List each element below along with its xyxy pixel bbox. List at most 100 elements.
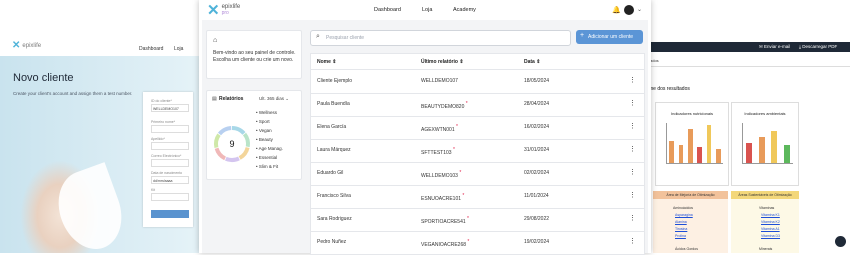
chat-button[interactable] (835, 236, 846, 247)
new-client-subtitle: Create your client's account and assign … (13, 91, 133, 96)
col-header-last-report[interactable]: Último relatório ⇕ (421, 59, 464, 65)
client-report[interactable]: VEGANIOACRE268 * (421, 239, 469, 248)
kit-field[interactable] (151, 193, 189, 201)
period-select[interactable]: Ult. 365 dias ⌄ (259, 96, 289, 102)
list-item[interactable]: Vitamina D3 (761, 234, 780, 238)
legend-item: • Vegan (256, 128, 272, 133)
list-item[interactable]: Prolina (675, 234, 686, 238)
field-label: Data de nascimento (151, 171, 183, 175)
table-row[interactable]: Pedro Nuñez VEGANIOACRE268 * 19/02/2024 ⋮ (311, 231, 644, 254)
new-client-title: Novo cliente (13, 72, 74, 84)
list-item[interactable]: Asparagina (675, 213, 693, 217)
chevron-down-icon[interactable]: ⌄ (637, 6, 642, 13)
client-name[interactable]: Laura Márquez (317, 147, 351, 153)
new-client-form: ID do cliente* WELLDEMO107 Primeiro nome… (143, 92, 193, 227)
table-row[interactable]: Cliente Ejemplo WELLDEMO107 18/05/2024 ⋮ (311, 70, 644, 93)
client-date: 29/08/2022 (524, 216, 550, 222)
table-row[interactable]: Eduardo Gil WELLDEMO103 * 02/02/2024 ⋮ (311, 162, 644, 185)
client-name[interactable]: Pedro Nuñez (317, 239, 346, 245)
table-row[interactable]: Elena García AGEXWTN001 * 16/02/2024 ⋮ (311, 116, 644, 139)
left-logo[interactable]: ✕ epixlife (12, 41, 41, 51)
table-row[interactable]: Paula Buendía BEAUTYDEMO820 * 28/04/2024 ⋮ (311, 93, 644, 116)
search-placeholder: Pesquisar cliente (326, 35, 365, 41)
client-report[interactable]: AGEXWTN001 * (421, 124, 458, 133)
list-item[interactable]: Tirosina (675, 227, 687, 231)
client-id-field[interactable]: WELLDEMO107 (151, 104, 189, 112)
minerals-label: Minerais (759, 247, 773, 251)
search-input[interactable]: ⌕ Pesquisar cliente (310, 30, 571, 46)
first-name-field[interactable] (151, 125, 189, 133)
welcome-card: ⌂ Bem-vindo ao seu painel de controle. E… (206, 30, 302, 79)
row-menu-icon[interactable]: ⋮ (629, 76, 636, 84)
reports-total: 9 (229, 139, 234, 149)
list-item[interactable]: Vitamina A1 (761, 227, 780, 231)
client-name[interactable]: Francisco Silva (317, 193, 351, 199)
client-report[interactable]: BEAUTYDEMO820 * (421, 101, 468, 110)
client-name[interactable]: Elena García (317, 124, 346, 130)
chart-bar (669, 141, 674, 163)
client-name[interactable]: Cliente Ejemplo (317, 78, 352, 84)
table-row[interactable]: Laura Márquez SFTTEST103 * 31/01/2024 ⋮ (311, 139, 644, 162)
donut-segment (214, 133, 221, 149)
client-name[interactable]: Paula Buendía (317, 101, 350, 107)
client-name[interactable]: Sara Rodriguez (317, 216, 352, 222)
email-field[interactable] (151, 159, 189, 167)
bell-icon[interactable]: 🔔 (612, 6, 621, 14)
chart-bar (706, 125, 712, 163)
client-report[interactable]: WELLDEMO103 * (421, 170, 461, 179)
avatar[interactable] (624, 5, 634, 15)
reports-icon: ▤ (212, 96, 217, 102)
nutrition-chart: Indicadores nutricionais (655, 102, 729, 186)
add-client-button[interactable]: + Adicionar um cliente (576, 30, 643, 44)
logo-subtext: pro (221, 10, 229, 16)
row-menu-icon[interactable]: ⋮ (629, 237, 636, 245)
chart-bar (697, 147, 702, 163)
table-row[interactable]: Francisco Silva ESNUOACRE101 * 11/01/2024 ⋮ (311, 185, 644, 208)
legend-item: • Beauty (256, 137, 273, 142)
chart-bar (771, 131, 778, 163)
col-header-date[interactable]: Data ⇕ (524, 59, 540, 65)
row-menu-icon[interactable]: ⋮ (629, 122, 636, 130)
col-header-name[interactable]: Nome ⇕ (317, 59, 337, 65)
nav-dashboard[interactable]: Dashboard (374, 7, 401, 13)
donut-segment (214, 147, 227, 161)
row-menu-icon[interactable]: ⋮ (629, 214, 636, 222)
send-email-button[interactable]: ✉ Enviar e-mail (759, 44, 790, 50)
list-item[interactable]: Alanina (675, 220, 687, 224)
nav-loja[interactable]: Loja (422, 7, 432, 13)
client-report[interactable]: WELLDEMO107 (421, 78, 458, 84)
row-menu-icon[interactable]: ⋮ (629, 145, 636, 153)
list-item[interactable]: Vitamina K1 (761, 213, 780, 217)
client-report[interactable]: SPORTIOACRE541 * (421, 216, 469, 225)
add-client-label: Adicionar um cliente (588, 34, 634, 40)
birthdate-field[interactable]: dd/mm/aaaa (151, 176, 189, 184)
legend-item: • Essential (256, 155, 278, 160)
submit-button[interactable] (151, 210, 189, 218)
download-pdf-button[interactable]: ⤓ Descarregar PDF (799, 44, 837, 49)
logo-x-icon: ✕ (207, 2, 220, 19)
legend-item: • Wellness (256, 110, 278, 115)
environment-chart-title: Indicadores ambientais (744, 111, 786, 116)
client-date: 11/01/2024 (524, 193, 549, 199)
row-menu-icon[interactable]: ⋮ (629, 168, 636, 176)
nav-academy[interactable]: Academy (453, 7, 476, 13)
chart-bar (758, 137, 765, 163)
row-menu-icon[interactable]: ⋮ (629, 191, 636, 199)
list-item[interactable]: Vitamina K2 (761, 220, 780, 224)
client-report[interactable]: ESNUOACRE101 * (421, 193, 464, 202)
row-menu-icon[interactable]: ⋮ (629, 99, 636, 107)
new-indicator-icon: * (465, 216, 469, 222)
donut-segment (238, 146, 250, 160)
new-indicator-icon: * (466, 239, 470, 245)
left-nav-loja[interactable]: Loja (174, 46, 183, 52)
results-summary-title: me dos resultados (649, 86, 690, 92)
client-name[interactable]: Eduardo Gil (317, 170, 343, 176)
divider (643, 66, 850, 67)
table-row[interactable]: Sara Rodriguez SPORTIOACRE541 * 29/08/2022… (311, 208, 644, 231)
client-report[interactable]: SFTTEST103 * (421, 147, 455, 156)
left-nav-dashboard[interactable]: Dashboard (139, 46, 163, 52)
last-name-field[interactable] (151, 142, 189, 150)
app-logo[interactable]: ✕ epixlife pro (207, 3, 240, 19)
welcome-text: Bem-vindo ao seu painel de controle. Esc… (213, 50, 296, 63)
logo-x-icon: ✕ (12, 40, 21, 51)
